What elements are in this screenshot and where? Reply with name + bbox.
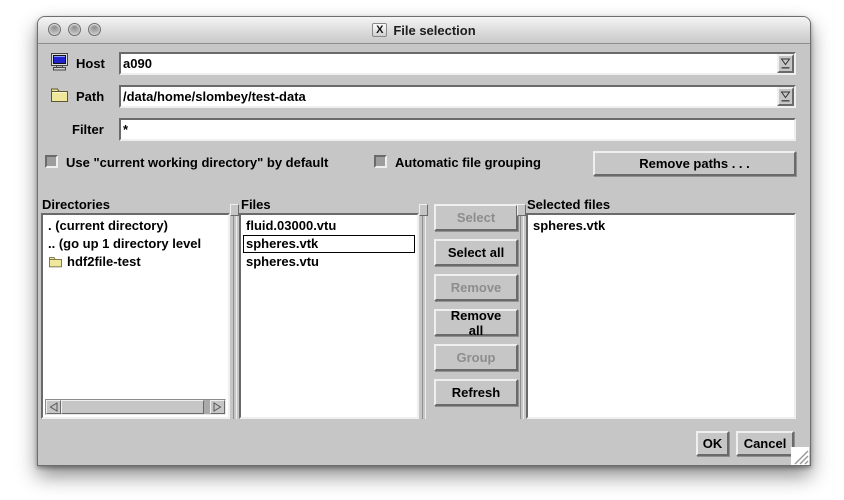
directories-rows: . (current directory) .. (go up 1 direct…: [45, 217, 226, 271]
folder-icon: [48, 256, 63, 268]
cancel-button[interactable]: Cancel: [736, 431, 794, 456]
list-item[interactable]: .. (go up 1 directory level: [45, 235, 226, 253]
cwd-checkbox-label: Use "current working directory" by defau…: [66, 155, 328, 170]
host-field-frame: [119, 52, 796, 75]
remove-paths-button[interactable]: Remove paths . . .: [593, 151, 796, 176]
resize-grip-icon: [791, 447, 809, 465]
path-dropdown-button[interactable]: [777, 87, 794, 106]
file-grouping-checkbox-label: Automatic file grouping: [395, 155, 541, 170]
ok-button[interactable]: OK: [696, 431, 729, 456]
selected-files-header: Selected files: [527, 197, 610, 212]
x11-app-icon: X: [372, 23, 387, 37]
arrow-left-icon: [49, 402, 58, 412]
arrow-right-icon: [213, 402, 222, 412]
chevron-down-icon: [780, 90, 791, 103]
folder-icon: [50, 87, 69, 105]
remove-all-button[interactable]: Remove all: [434, 309, 518, 336]
path-field-frame: [119, 85, 796, 108]
scroll-left-button[interactable]: [46, 400, 61, 414]
horizontal-scrollbar[interactable]: [45, 399, 226, 415]
filter-input[interactable]: [121, 120, 794, 139]
files-rows: fluid.03000.vtu spheres.vtk spheres.vtu: [243, 217, 415, 271]
title-area: X File selection: [38, 17, 810, 43]
selected-files-list[interactable]: spheres.vtk: [526, 213, 796, 419]
directories-list[interactable]: . (current directory) .. (go up 1 direct…: [41, 213, 230, 419]
host-dropdown-button[interactable]: [777, 54, 794, 73]
window-title: File selection: [393, 23, 475, 38]
scrollbar-thumb[interactable]: [61, 400, 204, 414]
action-buttons: Select Select all Remove Remove all Grou…: [434, 204, 518, 406]
title-bar[interactable]: X File selection: [38, 17, 810, 44]
list-item[interactable]: . (current directory): [45, 217, 226, 235]
path-label: Path: [76, 89, 104, 104]
list-item[interactable]: hdf2file-test: [45, 253, 226, 271]
splitter-handle[interactable]: [419, 204, 428, 216]
list-item[interactable]: spheres.vtu: [243, 253, 415, 271]
cwd-checkbox[interactable]: [45, 155, 58, 168]
chevron-down-icon: [780, 57, 791, 70]
file-selection-dialog: X File selection Host Path: [37, 16, 811, 466]
splitter[interactable]: [230, 213, 239, 419]
files-header: Files: [241, 197, 271, 212]
refresh-button[interactable]: Refresh: [434, 379, 518, 406]
list-item[interactable]: spheres.vtk: [530, 217, 792, 235]
select-button[interactable]: Select: [434, 204, 518, 231]
file-grouping-checkbox[interactable]: [374, 155, 387, 168]
remove-button[interactable]: Remove: [434, 274, 518, 301]
scroll-right-button[interactable]: [210, 400, 225, 414]
group-button[interactable]: Group: [434, 344, 518, 371]
directories-header: Directories: [42, 197, 110, 212]
path-input[interactable]: [121, 87, 778, 106]
host-label: Host: [76, 56, 105, 71]
host-input[interactable]: [121, 54, 778, 73]
computer-icon: [50, 53, 69, 71]
splitter[interactable]: [419, 213, 428, 419]
splitter[interactable]: [517, 213, 526, 419]
filter-label: Filter: [72, 122, 104, 137]
splitter-handle[interactable]: [517, 204, 526, 216]
resize-grip[interactable]: [791, 447, 809, 465]
list-item[interactable]: fluid.03000.vtu: [243, 217, 415, 235]
splitter-handle[interactable]: [230, 204, 239, 216]
select-all-button[interactable]: Select all: [434, 239, 518, 266]
selected-files-rows: spheres.vtk: [530, 217, 792, 235]
list-item-current[interactable]: spheres.vtk: [243, 235, 415, 253]
files-list[interactable]: fluid.03000.vtu spheres.vtk spheres.vtu: [239, 213, 419, 419]
filter-field-frame: [119, 118, 796, 141]
